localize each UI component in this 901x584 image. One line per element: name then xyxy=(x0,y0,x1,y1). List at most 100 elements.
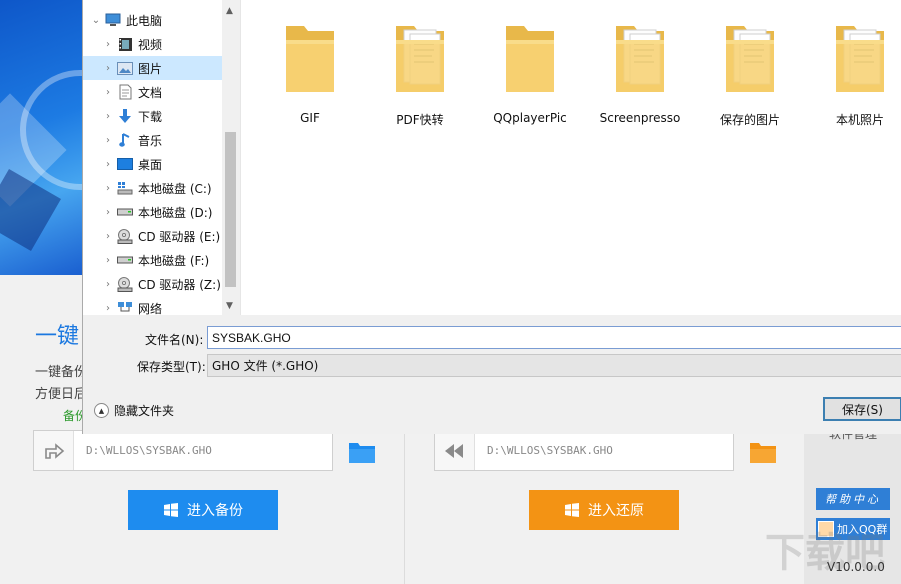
nav-item-label: 图片 xyxy=(138,61,163,76)
document-icon xyxy=(117,84,133,100)
file-name: Screenpresso xyxy=(599,111,681,125)
music-icon xyxy=(117,132,133,148)
desktop-icon xyxy=(117,156,133,172)
nav-item-label: CD 驱动器 (E:) xyxy=(138,229,221,244)
share-icon xyxy=(34,431,74,470)
nav-item-label: 文档 xyxy=(138,85,163,100)
chevron-right-icon[interactable]: › xyxy=(101,63,115,74)
nav-item[interactable]: › 文档 xyxy=(83,80,222,104)
hide-folders-label: 隐藏文件夹 xyxy=(114,404,175,418)
nav-item-label: 此电脑 xyxy=(126,13,163,28)
backup-path-field[interactable]: D:\WLLOS\SYSBAK.GHO xyxy=(33,430,333,471)
file-item[interactable]: Screenpresso xyxy=(590,12,690,127)
folder-docs-icon xyxy=(608,18,672,98)
nav-item[interactable]: › 本地磁盘 (C:) xyxy=(83,176,222,200)
filename-input[interactable] xyxy=(207,326,901,349)
enter-restore-label: 进入还原 xyxy=(588,503,644,519)
description-line2: 方便日后 xyxy=(35,387,88,402)
chevron-right-icon[interactable]: › xyxy=(101,279,115,290)
chevron-down-icon[interactable]: ⌄ xyxy=(89,15,103,26)
enter-backup-label: 进入备份 xyxy=(187,503,243,519)
nav-item[interactable]: › 视频 xyxy=(83,32,222,56)
nav-item[interactable]: ⌄ 此电脑 xyxy=(83,8,222,32)
nav-item-label: 音乐 xyxy=(138,133,163,148)
nav-item[interactable]: › 本地磁盘 (F:) xyxy=(83,248,222,272)
windows-icon xyxy=(565,503,579,517)
nav-item[interactable]: › 下载 xyxy=(83,104,222,128)
chevron-right-icon[interactable]: › xyxy=(101,159,115,170)
navigation-pane: ⌄ 此电脑 › 视频 › 图片 › 文档 › 下载 › 音乐 › 桌面 › 本地磁盘 (C:) › 本地磁盘 (D… xyxy=(83,0,239,315)
description-line1: 一键备份 xyxy=(35,365,88,380)
hide-folders-toggle[interactable]: ▲ 隐藏文件夹 xyxy=(94,402,174,419)
nav-item-label: 网络 xyxy=(138,301,163,316)
windows-drive-icon xyxy=(117,180,133,196)
cd-drive-icon xyxy=(117,276,133,292)
file-item[interactable]: PDF快转 xyxy=(370,12,470,127)
filetype-select[interactable]: GHO 文件 (*.GHO) xyxy=(207,354,901,377)
chevron-right-icon[interactable]: › xyxy=(101,39,115,50)
file-name: GIF xyxy=(300,111,320,125)
save-form: 文件名(N): 保存类型(T): GHO 文件 (*.GHO) ▲ 隐藏文件夹 … xyxy=(83,315,901,434)
chevron-right-icon[interactable]: › xyxy=(101,87,115,98)
filename-label: 文件名(N): xyxy=(145,333,204,347)
filetype-label: 保存类型(T): xyxy=(137,360,206,374)
file-name: QQplayerPic xyxy=(493,111,567,125)
app-banner xyxy=(0,0,82,275)
nav-item-label: CD 驱动器 (Z:) xyxy=(138,277,221,292)
rewind-icon xyxy=(435,431,475,470)
nav-item-label: 本地磁盘 (F:) xyxy=(138,253,210,268)
folder-icon xyxy=(498,18,562,98)
navigation-scrollbar[interactable]: ▲ ▼ xyxy=(222,0,239,315)
version-text: V10.0.0.0 xyxy=(827,560,885,574)
collapse-icon: ▲ xyxy=(94,403,109,418)
chevron-right-icon[interactable]: › xyxy=(101,135,115,146)
nav-item[interactable]: › 本地磁盘 (D:) xyxy=(83,200,222,224)
nav-item[interactable]: › 音乐 xyxy=(83,128,222,152)
nav-item[interactable]: › 桌面 xyxy=(83,152,222,176)
nav-item[interactable]: › 图片 xyxy=(83,56,222,80)
chevron-right-icon[interactable]: › xyxy=(101,183,115,194)
scrollbar-thumb[interactable] xyxy=(225,132,236,287)
network-icon xyxy=(117,300,133,315)
restore-path-text: D:\WLLOS\SYSBAK.GHO xyxy=(487,444,613,457)
help-center-button[interactable]: 帮助中心 xyxy=(816,488,890,510)
nav-item[interactable]: › 网络 xyxy=(83,296,222,316)
folder-docs-icon xyxy=(388,18,452,98)
nav-item-label: 桌面 xyxy=(138,157,163,172)
file-item[interactable]: 本机照片 xyxy=(810,12,901,127)
backup-path-text: D:\WLLOS\SYSBAK.GHO xyxy=(86,444,212,457)
file-item[interactable]: 保存的图片 xyxy=(700,12,800,127)
file-item[interactable]: GIF xyxy=(260,12,360,127)
save-button-label: 保存(S) xyxy=(842,402,883,417)
scroll-up-icon[interactable]: ▲ xyxy=(226,6,233,16)
nav-item-label: 下载 xyxy=(138,109,163,124)
chevron-right-icon[interactable]: › xyxy=(101,111,115,122)
chevron-right-icon[interactable]: › xyxy=(101,231,115,242)
nav-item[interactable]: › CD 驱动器 (E:) xyxy=(83,224,222,248)
file-name: 本机照片 xyxy=(835,113,884,127)
chevron-right-icon[interactable]: › xyxy=(101,303,115,314)
enter-backup-button[interactable]: 进入备份 xyxy=(128,490,278,530)
nav-item-label: 本地磁盘 (D:) xyxy=(138,205,213,220)
picture-icon xyxy=(117,60,133,76)
folder-docs-icon xyxy=(828,18,892,98)
chevron-right-icon[interactable]: › xyxy=(101,207,115,218)
folder-docs-icon xyxy=(718,18,782,98)
save-as-dialog: ⌄ 此电脑 › 视频 › 图片 › 文档 › 下载 › 音乐 › 桌面 › 本地磁盘 (C:) › 本地磁盘 (D… xyxy=(82,0,901,434)
file-list: GIF PDF快转 QQplayerPic Screenpresso 保存的图片 本机照片 xyxy=(240,0,901,315)
enter-restore-button[interactable]: 进入还原 xyxy=(529,490,679,530)
folder-open-icon[interactable] xyxy=(348,440,376,464)
restore-path-field[interactable]: D:\WLLOS\SYSBAK.GHO xyxy=(434,430,734,471)
nav-item[interactable]: › CD 驱动器 (Z:) xyxy=(83,272,222,296)
file-item[interactable]: QQplayerPic xyxy=(480,12,580,127)
scroll-down-icon[interactable]: ▼ xyxy=(226,301,233,311)
app-title: 一键 xyxy=(35,324,80,349)
file-name: 保存的图片 xyxy=(719,113,780,127)
chevron-right-icon[interactable]: › xyxy=(101,255,115,266)
cd-drive-icon xyxy=(117,228,133,244)
drive-icon xyxy=(117,252,133,268)
folder-open-icon[interactable] xyxy=(749,440,777,464)
save-button[interactable]: 保存(S) xyxy=(823,397,901,421)
windows-icon xyxy=(164,503,178,517)
video-icon xyxy=(117,36,133,52)
